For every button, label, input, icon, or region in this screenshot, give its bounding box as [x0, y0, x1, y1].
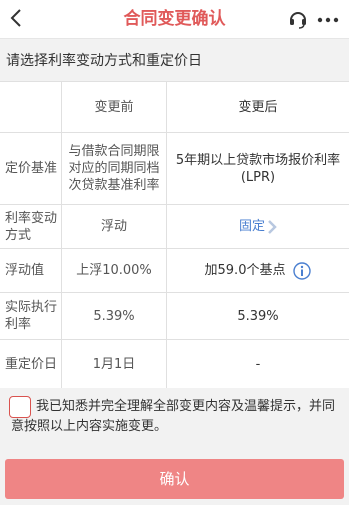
- table-row: 利率变动方式 浮动 固定: [0, 205, 349, 249]
- row-after: 加59.0个基点: [204, 263, 286, 278]
- row-field: 浮动值: [0, 249, 62, 292]
- agreement-checkbox[interactable]: [9, 396, 31, 418]
- top-bar: 合同变更确认: [0, 0, 349, 39]
- confirm-button[interactable]: 确认: [5, 459, 344, 499]
- row-field: 利率变动方式: [0, 205, 62, 248]
- row-before: 与借款合同期限对应的同期同档次贷款基准利率: [62, 133, 167, 204]
- rate-mode-cell: 固定: [167, 205, 349, 248]
- row-field: 重定价日: [0, 340, 62, 388]
- header-after: 变更后: [238, 99, 278, 115]
- more-dots-icon[interactable]: [317, 17, 339, 23]
- row-after: 5年期以上贷款市场报价利率(LPR): [175, 152, 341, 185]
- rate-mode-selector[interactable]: 固定: [239, 218, 277, 235]
- header-field: [0, 82, 62, 132]
- header-before: 变更前: [62, 82, 167, 132]
- headset-icon[interactable]: [288, 9, 308, 29]
- agreement-text: 我已知悉并完全理解全部变更内容及温馨提示，并同意按照以上内容实施变更。: [11, 399, 336, 434]
- row-field: 定价基准: [0, 133, 62, 204]
- info-icon[interactable]: [293, 261, 312, 280]
- table-header-row: 变更前 变更后: [0, 82, 349, 133]
- chevron-right-icon: [268, 219, 277, 234]
- row-before: 浮动: [62, 205, 167, 248]
- table-row: 实际执行利率 5.39% 5.39%: [0, 293, 349, 340]
- section-subtitle: 请选择利率变动方式和重定价日: [0, 39, 349, 81]
- row-after: 5.39%: [237, 308, 279, 324]
- agreement-section: 我已知悉并完全理解全部变更内容及温馨提示，并同意按照以上内容实施变更。: [0, 388, 349, 444]
- row-after: -: [255, 356, 261, 372]
- row-before: 5.39%: [62, 293, 167, 339]
- row-before: 上浮10.00%: [62, 249, 167, 292]
- float-value-cell: 加59.0个基点: [167, 249, 349, 292]
- table-row: 定价基准 与借款合同期限对应的同期同档次贷款基准利率 5年期以上贷款市场报价利率…: [0, 133, 349, 205]
- row-before: 1月1日: [62, 340, 167, 388]
- rate-mode-value: 固定: [238, 219, 265, 234]
- table-row: 重定价日 1月1日 -: [0, 340, 349, 388]
- table-row: 浮动值 上浮10.00% 加59.0个基点: [0, 249, 349, 293]
- row-field: 实际执行利率: [0, 293, 62, 339]
- rate-change-table: 变更前 变更后 定价基准 与借款合同期限对应的同期同档次贷款基准利率 5年期以上…: [0, 81, 349, 389]
